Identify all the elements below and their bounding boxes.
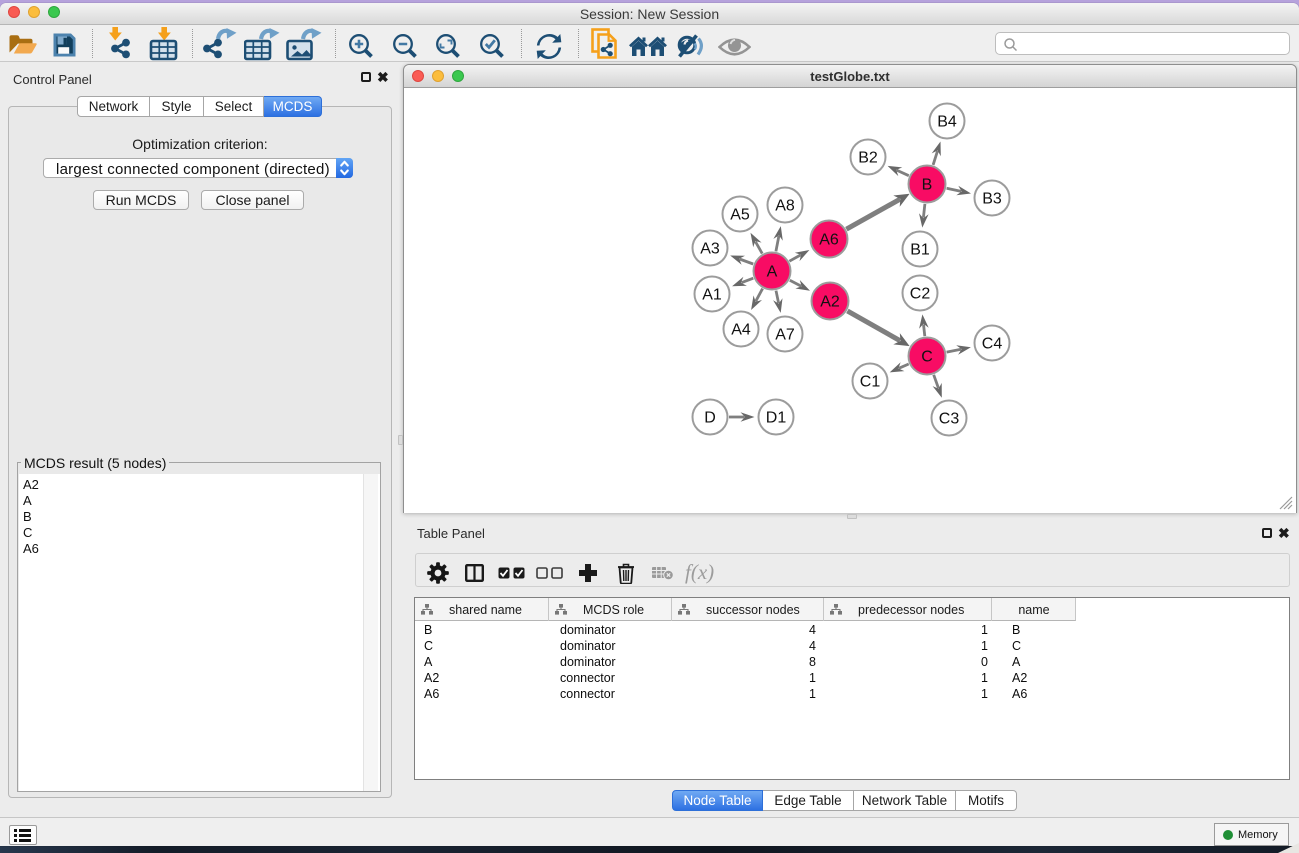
svg-text:A2: A2: [820, 294, 840, 311]
svg-text:D1: D1: [766, 410, 787, 427]
svg-text:B1: B1: [910, 242, 930, 259]
svg-text:A3: A3: [700, 241, 720, 258]
svg-text:A8: A8: [775, 198, 795, 215]
svg-text:A: A: [767, 264, 778, 281]
svg-text:B2: B2: [858, 150, 878, 167]
svg-text:C4: C4: [982, 336, 1003, 353]
svg-text:B3: B3: [982, 191, 1002, 208]
svg-text:A1: A1: [702, 287, 722, 304]
svg-text:C1: C1: [860, 374, 881, 391]
svg-text:D: D: [704, 410, 716, 427]
svg-text:A7: A7: [775, 327, 795, 344]
svg-text:A5: A5: [730, 207, 750, 224]
svg-text:C: C: [921, 349, 933, 366]
svg-text:A4: A4: [731, 322, 751, 339]
svg-text:C2: C2: [910, 286, 931, 303]
svg-text:B4: B4: [937, 114, 957, 131]
svg-text:C3: C3: [939, 411, 960, 428]
svg-text:B: B: [922, 177, 933, 194]
svg-text:A6: A6: [819, 232, 839, 249]
